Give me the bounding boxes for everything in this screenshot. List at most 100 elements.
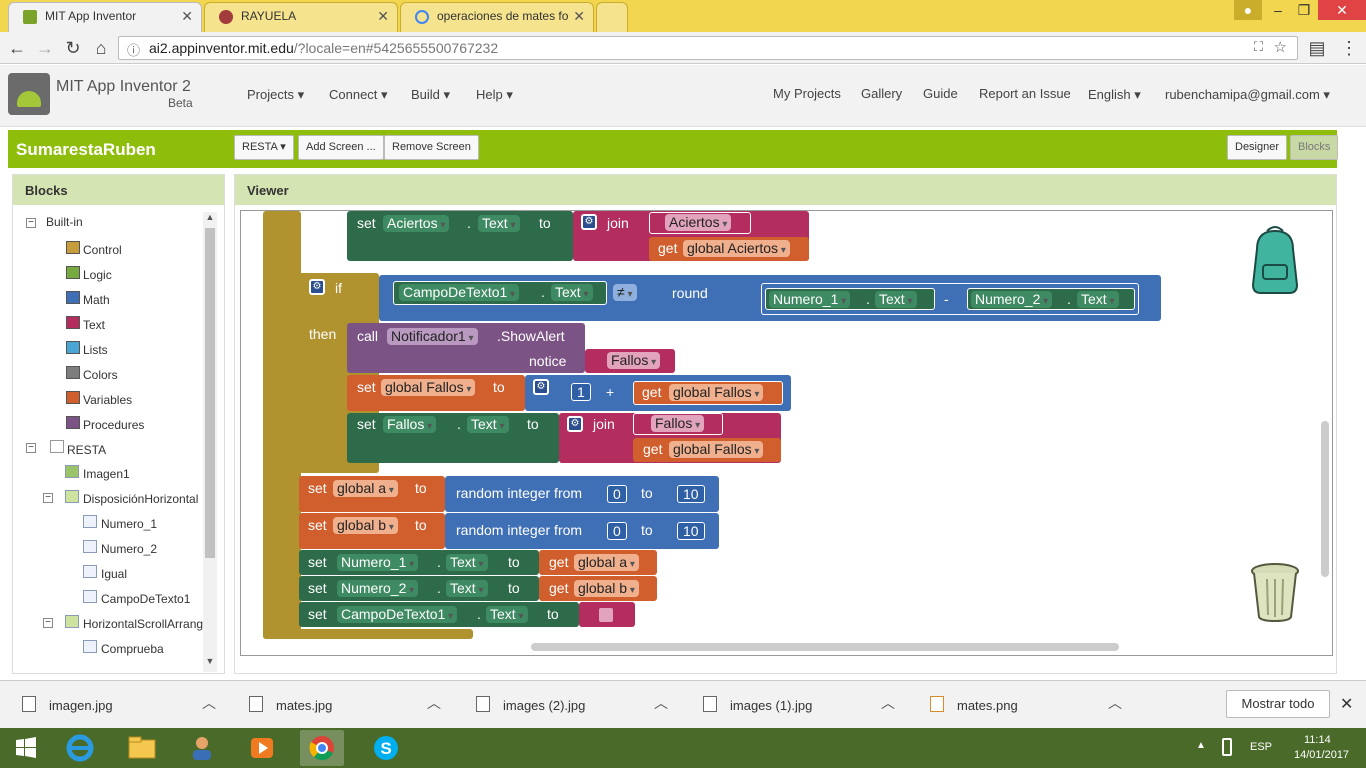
link-my-projects[interactable]: My Projects [773,86,841,101]
new-tab-button[interactable] [596,2,628,32]
set-numero1-text-block[interactable] [299,550,539,575]
tab-rayuela[interactable]: RAYUELA ✕ [204,2,398,32]
add-screen-button[interactable]: Add Screen ... [298,135,384,160]
clock-date[interactable]: 14/01/2017 [1294,749,1349,761]
property-dropdown[interactable]: Text [486,606,528,623]
battery-icon[interactable] [1222,738,1232,756]
address-bar[interactable]: ⓘ ai2.appinventor.mit.edu/?locale=en#542… [118,36,1298,60]
menu-build[interactable]: Build ▾ [411,87,450,103]
number-field[interactable]: 0 [607,485,627,503]
info-icon[interactable]: ⓘ [127,40,140,59]
string-field[interactable]: Aciertos [665,214,732,231]
variable-dropdown[interactable]: global Fallos [381,379,476,396]
reload-icon[interactable]: ↻ [62,37,84,59]
close-tab-icon[interactable]: ✕ [377,8,389,25]
tab-mit-app-inventor[interactable]: MIT App Inventor ✕ [8,2,202,32]
file-explorer-icon[interactable] [120,730,164,766]
backpack-icon[interactable] [1243,225,1307,295]
property-dropdown[interactable]: Text [875,291,917,308]
chrome-taskbar-button[interactable] [300,730,344,766]
input-language[interactable]: ESP [1250,741,1272,753]
blocks-panel-scrollbar[interactable]: ▲ ▼ [203,212,217,672]
trash-can-icon[interactable] [1249,559,1301,623]
component-dropdown[interactable]: Numero_1 [337,554,419,571]
download-item[interactable]: imagen.jpg ︿ [22,681,222,729]
component-dropdown[interactable]: Numero_2 [971,291,1053,308]
user-accounts-icon[interactable] [180,730,224,766]
minimize-icon[interactable]: – [1264,0,1292,20]
menu-icon[interactable]: ⋮ [1338,37,1360,59]
variable-dropdown[interactable]: global Aciertos [683,240,790,257]
restore-icon[interactable]: ❐ [1290,0,1318,20]
component-disposici-nhorizontal[interactable]: DisposiciónHorizontal [83,492,198,506]
variable-dropdown[interactable]: global Fallos [669,441,764,458]
variable-dropdown[interactable]: global a [574,554,639,571]
property-dropdown[interactable]: Text [551,284,593,301]
collapse-toggle-icon[interactable]: − [43,493,53,503]
component-imagen1[interactable]: Imagen1 [83,467,130,481]
scroll-down-icon[interactable]: ▼ [203,656,217,670]
workspace-vscroll[interactable] [1321,421,1329,577]
collapse-screen-icon[interactable]: − [26,443,36,453]
show-all-downloads-button[interactable]: Mostrar todo [1226,690,1330,718]
download-item[interactable]: mates.jpg ︿ [249,681,449,729]
component-numero-1[interactable]: Numero_1 [101,517,157,531]
chevron-up-icon[interactable]: ︿ [202,693,216,713]
start-button[interactable] [4,730,48,766]
component-dropdown[interactable]: Numero_1 [769,291,851,308]
string-field[interactable]: Fallos [607,352,661,369]
component-dropdown[interactable]: Fallos [383,416,437,433]
workspace-hscroll[interactable] [531,643,1119,651]
designer-button[interactable]: Designer [1227,135,1288,160]
category-variables[interactable]: Variables [83,393,132,407]
blocks-button[interactable]: Blocks [1290,135,1339,160]
collapse-builtin-icon[interactable]: − [26,218,36,228]
internet-explorer-icon[interactable] [58,730,102,766]
chevron-up-icon[interactable]: ︿ [881,693,895,713]
menu-language[interactable]: English ▾ [1088,87,1141,103]
tray-expand-icon[interactable]: ▲ [1196,740,1206,751]
variable-dropdown[interactable]: global a [333,480,398,497]
variable-dropdown[interactable]: global Fallos [669,384,764,401]
mutator-gear-icon[interactable]: ⚙ [533,379,549,395]
link-guide[interactable]: Guide [923,86,958,101]
download-item[interactable]: images (1).jpg ︿ [703,681,903,729]
remove-screen-button[interactable]: Remove Screen [384,135,479,160]
variable-dropdown[interactable]: global b [333,517,398,534]
user-profile-icon[interactable]: ● [1234,0,1262,20]
download-item[interactable]: images (2).jpg ︿ [476,681,676,729]
property-dropdown[interactable]: Text [446,554,488,571]
chevron-up-icon[interactable]: ︿ [1108,693,1122,713]
home-icon[interactable]: ⌂ [90,37,112,59]
component-dropdown[interactable]: CampoDeTexto1 [337,606,458,623]
number-field[interactable]: 0 [607,522,627,540]
empty-string-field[interactable] [599,608,613,622]
category-text[interactable]: Text [83,318,105,332]
component-comprueba[interactable]: Comprueba [101,642,164,656]
link-report-issue[interactable]: Report an Issue [979,86,1071,101]
screen-select[interactable]: RESTA ▾ [234,135,294,160]
event-block-body[interactable] [263,211,301,639]
link-gallery[interactable]: Gallery [861,86,902,101]
close-tab-icon[interactable]: ✕ [573,8,585,25]
component-dropdown[interactable]: Numero_2 [337,580,419,597]
number-field[interactable]: 10 [677,522,705,540]
chevron-up-icon[interactable]: ︿ [654,693,668,713]
collapse-toggle-icon[interactable]: − [43,618,53,628]
back-icon[interactable]: ← [6,37,28,59]
scroll-up-icon[interactable]: ▲ [203,212,217,226]
property-dropdown[interactable]: Text [1077,291,1119,308]
extension-icon[interactable]: ▤ [1306,37,1328,59]
menu-projects[interactable]: Projects ▾ [247,87,304,103]
category-colors[interactable]: Colors [83,368,118,382]
skype-icon[interactable]: S [364,730,408,766]
chevron-up-icon[interactable]: ︿ [427,693,441,713]
download-item[interactable]: mates.png ︿ [930,681,1130,729]
mutator-gear-icon[interactable]: ⚙ [581,214,597,230]
property-dropdown[interactable]: Text [446,580,488,597]
component-numero-2[interactable]: Numero_2 [101,542,157,556]
number-field[interactable]: 1 [571,383,591,401]
component-igual[interactable]: Igual [101,567,127,581]
close-tab-icon[interactable]: ✕ [181,8,193,25]
category-logic[interactable]: Logic [83,268,112,282]
